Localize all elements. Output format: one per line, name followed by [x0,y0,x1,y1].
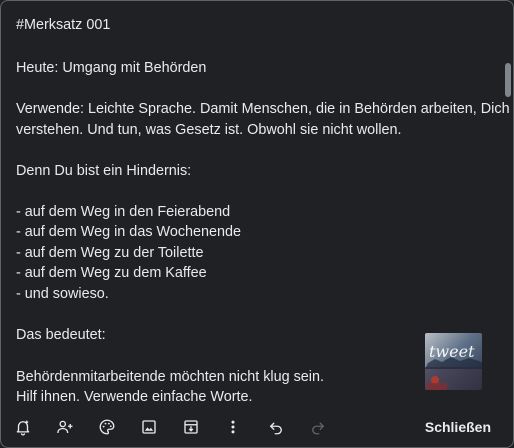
more-options-button[interactable] [221,415,245,439]
note-line[interactable]: Das bedeutet: [16,325,106,345]
palette-icon [99,419,115,435]
attached-image-thumbnail[interactable]: tweet [425,333,482,390]
redo-button[interactable] [306,415,330,439]
remind-me-button[interactable] [11,415,35,439]
note-line[interactable]: Hilf ihnen. Verwende einfache Worte. [16,387,253,407]
more-vert-icon [231,420,235,434]
scrollbar-thumb[interactable] [505,63,511,97]
note-line[interactable]: - und sowieso. [16,284,109,304]
note-line[interactable]: Behördenmitarbeitende möchten nicht klug… [16,367,324,387]
reminder-bell-icon [16,420,30,436]
note-line[interactable]: - auf dem Weg in den Feierabend [16,202,230,222]
note-editor-card: #Merksatz 001 Heute: Umgang mit Behörden… [0,0,514,448]
archive-icon [184,420,198,434]
background-options-button[interactable] [95,415,119,439]
note-line[interactable]: verstehen. Und tun, was Gesetz ist. Obwo… [16,120,402,140]
collaborator-add-icon [57,420,73,434]
redo-icon [312,422,324,435]
note-line[interactable]: - auf dem Weg in das Wochenende [16,222,241,242]
undo-button[interactable] [264,415,288,439]
collaborator-button[interactable] [53,415,77,439]
image-script-text: tweet [429,342,475,361]
undo-icon [270,422,282,435]
image-icon [142,420,156,434]
note-body[interactable]: #Merksatz 001 Heute: Umgang mit Behörden… [1,1,513,407]
archive-button[interactable] [179,415,203,439]
note-line[interactable]: Verwende: Leichte Sprache. Damit Mensche… [16,99,510,119]
note-title-line[interactable]: #Merksatz 001 [16,15,110,35]
note-line[interactable]: Denn Du bist ein Hindernis: [16,161,191,181]
close-button[interactable]: Schließen [425,416,491,438]
note-line[interactable]: - auf dem Weg zu der Toilette [16,243,203,263]
note-line[interactable]: Heute: Umgang mit Behörden [16,58,206,78]
add-image-button[interactable] [137,415,161,439]
note-toolbar: Schließen [1,407,513,447]
note-line[interactable]: - auf dem Weg zu dem Kaffee [16,263,207,283]
